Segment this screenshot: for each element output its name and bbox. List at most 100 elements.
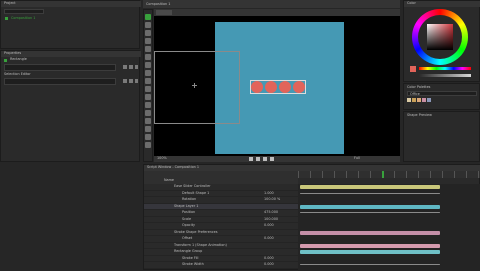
track-bar[interactable] [300, 185, 440, 189]
rectangle-tool-icon[interactable] [145, 70, 151, 76]
track-area [298, 184, 480, 271]
play-icon[interactable] [256, 157, 260, 161]
track-bar[interactable] [300, 243, 440, 248]
anchor-crosshair-icon[interactable] [192, 83, 197, 88]
layer-row-name: Opacity [182, 223, 196, 227]
keyframe-track[interactable] [300, 193, 440, 194]
properties-item[interactable]: Rectangle [4, 57, 138, 63]
menu-icon[interactable] [135, 65, 138, 69]
palette-swatch[interactable] [417, 98, 421, 102]
layer-row-name: Stroke Width [182, 262, 204, 266]
layer-row-value[interactable]: 0.000 [264, 262, 294, 267]
layer-row-value[interactable]: 0.000 [264, 236, 294, 241]
timeline-col-name: Name [164, 178, 175, 182]
color-palettes-title: Color Palettes [407, 85, 431, 89]
folder-icon [5, 17, 8, 20]
play-back-icon[interactable] [249, 157, 253, 161]
playhead-icon[interactable] [382, 171, 384, 178]
orbit-tool-icon[interactable] [145, 142, 151, 148]
palette-swatch[interactable] [427, 98, 431, 102]
palette-swatch[interactable] [422, 98, 426, 102]
shape-icon [4, 58, 7, 62]
viewer-tab[interactable]: Composition 1 [146, 2, 186, 7]
layer-row-name: Offset [182, 236, 193, 240]
alpha-slider[interactable] [419, 74, 471, 77]
rotate-tool-icon[interactable] [145, 102, 151, 108]
track-bar[interactable] [300, 204, 440, 209]
view-grid-icon[interactable] [129, 65, 133, 69]
brush-tool-icon[interactable] [145, 38, 151, 44]
zoom-tool-icon[interactable] [145, 118, 151, 124]
layer-row-name: Default Shape 1 [182, 190, 210, 195]
color-panel-header: Color [404, 1, 480, 7]
selection-tool-icon[interactable] [145, 14, 151, 20]
viewer-zoom[interactable]: 100% [157, 156, 177, 161]
project-tab[interactable]: Project [1, 1, 141, 7]
add-icon[interactable] [123, 79, 127, 83]
loop-icon[interactable] [270, 157, 274, 161]
palette-select[interactable]: Office [407, 91, 477, 96]
timeline-tab[interactable]: Script Window - Composition 1 [147, 165, 207, 170]
viewer-active-tab[interactable] [156, 10, 172, 15]
composition-viewport[interactable] [154, 16, 400, 156]
options-icon[interactable] [135, 79, 138, 83]
eyedropper-tool-icon[interactable] [145, 54, 151, 60]
layer-row-value[interactable]: 100.000 [264, 217, 294, 222]
layer-row-name: Stroke Shape Preferences [174, 229, 218, 234]
current-color-swatch[interactable] [410, 66, 416, 72]
layer-row-value[interactable]: 100.00 % [264, 197, 294, 202]
star-tool-icon[interactable] [145, 94, 151, 100]
color-panel: Color [403, 0, 480, 82]
ellipse-tool-icon[interactable] [145, 78, 151, 84]
project-search-input[interactable] [4, 9, 44, 14]
layer-row-value[interactable]: 0.000 [264, 256, 294, 261]
play-forward-icon[interactable] [263, 157, 267, 161]
selection-editor-field[interactable] [4, 78, 116, 85]
delete-icon[interactable] [129, 79, 133, 83]
palette-swatch[interactable] [412, 98, 416, 102]
layer-row-name: Scale [182, 216, 192, 221]
hue-slider[interactable] [419, 67, 471, 70]
keyframe-track[interactable] [300, 212, 440, 213]
pen-tool-icon[interactable] [145, 30, 151, 36]
viewer-resolution[interactable]: Full [354, 156, 374, 161]
keyframe-track[interactable] [300, 264, 440, 265]
layer-row-name: Shape Layer 1 [174, 203, 199, 208]
color-wheel[interactable] [412, 9, 468, 65]
puppet-tool-icon[interactable] [145, 134, 151, 140]
layer-row-value[interactable]: 1.000 [264, 191, 294, 196]
shape-preview-title: Shape Preview [407, 113, 432, 117]
track-bar[interactable] [300, 230, 440, 235]
layer-row-value[interactable]: 475.000 [264, 210, 294, 215]
layer-list: Ease Slider Controller Default Shape 1 1.… [144, 184, 298, 271]
layer-row-name: Transform 1 (Shape Animation) [174, 242, 227, 247]
hand-tool-icon[interactable] [145, 110, 151, 116]
shape-preview-panel: Shape Preview [403, 111, 480, 162]
track-bar[interactable] [300, 250, 440, 254]
circle-shape[interactable] [279, 81, 291, 93]
project-panel: Project Composition 1 [0, 0, 141, 49]
color-palettes-panel: Color Palettes Office [403, 83, 480, 110]
saturation-square[interactable] [427, 24, 453, 50]
layer-row-value[interactable]: 0.000 [264, 223, 294, 228]
color-panel-title: Color [407, 1, 416, 5]
viewer-status-bar: 100% Full [154, 156, 400, 162]
palette-swatch[interactable] [407, 98, 411, 102]
text-tool-icon[interactable] [145, 62, 151, 68]
circle-shape[interactable] [293, 81, 305, 93]
eraser-tool-icon[interactable] [145, 46, 151, 52]
palette-select-value: Office [410, 91, 420, 96]
properties-search-input[interactable] [4, 64, 116, 71]
polygon-tool-icon[interactable] [145, 86, 151, 92]
circle-shape[interactable] [251, 81, 263, 93]
tools-strip [143, 9, 153, 162]
time-ruler[interactable] [298, 171, 480, 178]
viewer-top-bar: Composition 1 [143, 0, 400, 8]
layer-row[interactable]: Stroke Width 0.000 [144, 262, 298, 269]
camera-tool-icon[interactable] [145, 126, 151, 132]
circle-shape[interactable] [265, 81, 277, 93]
project-tree-item[interactable]: Composition 1 [5, 16, 65, 21]
direct-select-tool-icon[interactable] [145, 22, 151, 28]
view-list-icon[interactable] [123, 65, 127, 69]
viewer-tab-strip [154, 9, 400, 16]
